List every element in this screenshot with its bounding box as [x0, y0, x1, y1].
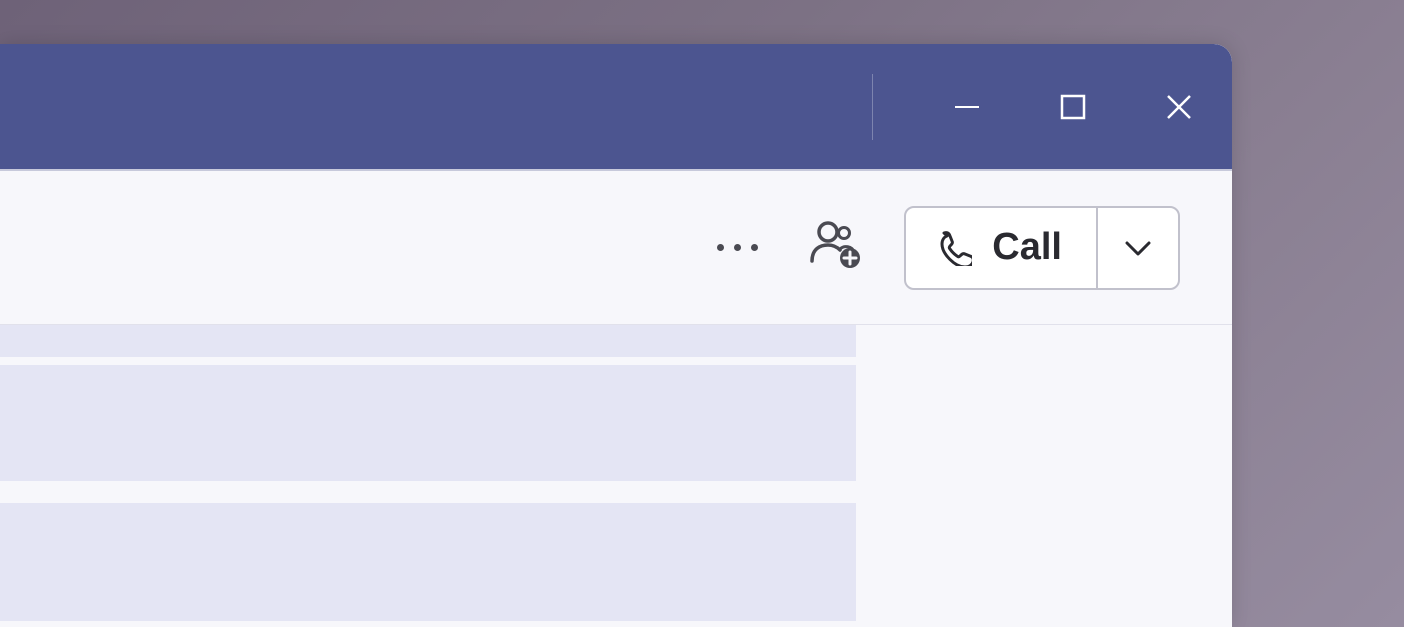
more-options-button[interactable] — [707, 234, 768, 261]
chat-header: Call — [0, 171, 1232, 325]
add-people-icon — [810, 221, 862, 269]
call-options-button[interactable] — [1096, 208, 1178, 288]
minimize-button[interactable] — [914, 44, 1020, 169]
chevron-down-icon — [1123, 233, 1153, 263]
message-area — [0, 325, 1232, 627]
call-split-button: Call — [904, 206, 1180, 290]
add-people-button[interactable] — [802, 213, 870, 282]
close-icon — [1165, 93, 1193, 121]
maximize-icon — [1059, 93, 1087, 121]
maximize-button[interactable] — [1020, 44, 1126, 169]
minimize-icon — [953, 93, 981, 121]
message-placeholder — [0, 325, 856, 357]
app-window: Call — [0, 44, 1232, 627]
titlebar — [0, 44, 1232, 169]
more-icon — [734, 244, 741, 251]
more-icon — [751, 244, 758, 251]
call-button-label: Call — [992, 226, 1062, 269]
message-placeholder — [0, 503, 856, 621]
close-button[interactable] — [1126, 44, 1232, 169]
titlebar-divider — [872, 74, 873, 140]
more-icon — [717, 244, 724, 251]
call-button[interactable]: Call — [906, 208, 1096, 288]
message-placeholder — [0, 365, 856, 481]
window-controls — [914, 44, 1232, 169]
phone-icon — [936, 230, 972, 266]
